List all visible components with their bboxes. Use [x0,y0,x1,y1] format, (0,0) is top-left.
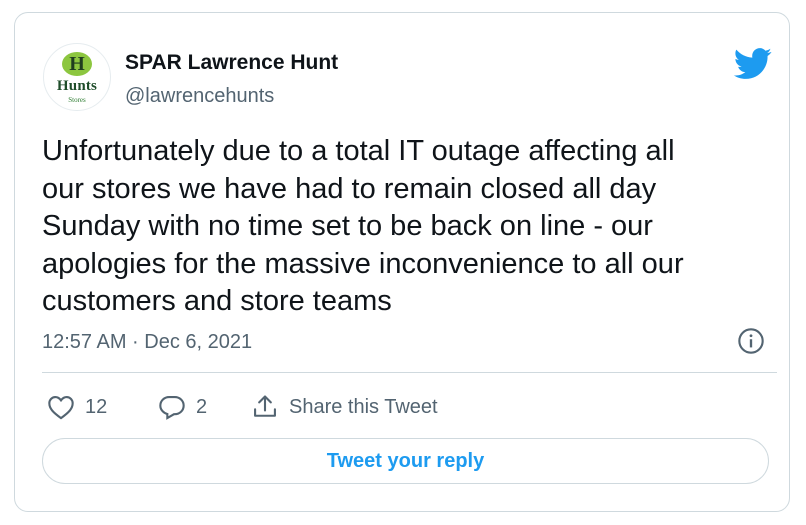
tweet-text-line: our stores we have had to remain closed … [42,172,657,205]
tweet-card: H Hunts Stores SPAR Lawrence Hunt @lawre… [14,12,790,512]
tweet-text-line: customers and store teams [42,285,392,317]
logo-word: Hunts [56,78,98,94]
tweet-your-reply-button[interactable]: Tweet your reply [42,438,769,484]
twitter-bird-icon[interactable] [733,48,773,80]
author-display-name[interactable]: SPAR Lawrence Hunt [125,51,338,75]
info-icon[interactable] [737,327,765,355]
like-count: 12 [85,395,108,418]
tweet-text-line: apologies for the massive inconvenience … [42,247,684,280]
avatar[interactable]: H Hunts Stores [43,43,111,111]
tweet-text-line: Unfortunately due to a total IT outage a… [42,135,675,167]
logo-letter: H [62,52,92,76]
logo-subword: Stores [68,96,86,104]
tweet-text-line: Sunday with no time set to be back on li… [42,210,653,242]
tweet-timestamp[interactable]: 12:57 AM · Dec 6, 2021 [42,331,252,354]
heart-icon [48,396,74,420]
share-button[interactable]: Share this Tweet [251,391,438,423]
reply-count: 2 [196,395,208,418]
tweet-text: Unfortunately due to a total IT outage a… [42,133,777,321]
divider [42,372,777,373]
reply-action-button[interactable]: 2 [158,391,207,423]
speech-bubble-icon [159,396,185,420]
share-label: Share this Tweet [289,395,438,418]
like-button[interactable]: 12 [47,391,107,423]
author-handle[interactable]: @lawrencehunts [125,85,274,108]
share-upload-icon [254,395,276,417]
